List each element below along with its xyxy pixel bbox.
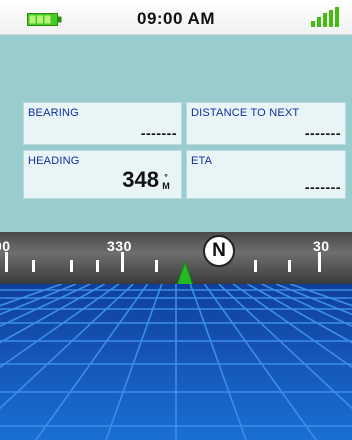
perspective-grid [0, 284, 352, 440]
compass-tick [96, 260, 99, 272]
compass-tick [32, 260, 35, 272]
eta-value: ------- [304, 179, 341, 195]
compass-tick [121, 252, 124, 272]
heading-value: 348 [122, 167, 159, 192]
bearing-value: ------- [140, 125, 177, 141]
distance-to-next-value: ------- [304, 125, 341, 141]
navigation-screen: 09:00 AM BEARING ------- DISTANCE TO NEX… [0, 0, 352, 440]
heading-field[interactable]: HEADING 348 ° M [23, 150, 182, 199]
compass-tick [254, 260, 257, 272]
compass-tick [318, 252, 321, 272]
compass-tick [288, 260, 291, 272]
bearing-field[interactable]: BEARING ------- [23, 102, 182, 145]
heading-label: HEADING [28, 155, 80, 167]
eta-label: ETA [191, 155, 213, 167]
bearing-label: BEARING [28, 107, 79, 119]
distance-to-next-label: DISTANCE TO NEXT [191, 107, 300, 119]
heading-unit: ° M [160, 173, 172, 191]
battery-icon [27, 13, 62, 26]
clock: 09:00 AM [136, 9, 215, 28]
signal-strength-icon [311, 7, 339, 27]
compass-tick [70, 260, 73, 272]
heading-unit-magnetic: M [162, 181, 170, 191]
status-bar: 09:00 AM [0, 0, 352, 35]
north-indicator: N [203, 235, 235, 267]
compass-label-30: 30 [313, 238, 330, 254]
distance-to-next-field[interactable]: DISTANCE TO NEXT ------- [186, 102, 346, 145]
compass-label-330: 330 [107, 238, 132, 254]
eta-field[interactable]: ETA ------- [186, 150, 346, 199]
compass-tick [5, 252, 8, 272]
compass-tick [155, 260, 158, 272]
